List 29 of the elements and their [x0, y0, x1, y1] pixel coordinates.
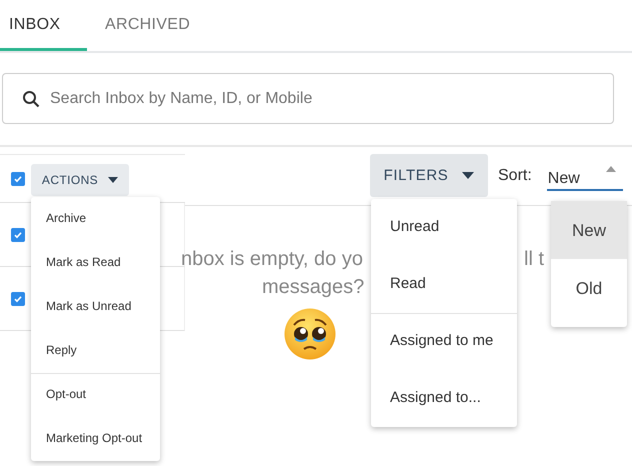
empty-message: messages?	[262, 275, 364, 300]
checkbox[interactable]	[11, 228, 25, 242]
menu-item[interactable]: Read	[371, 256, 517, 313]
empty-message: ll t	[524, 247, 544, 272]
checkbox[interactable]	[11, 172, 25, 186]
menu-item[interactable]: Marketing Opt-out	[31, 417, 160, 461]
filters-button[interactable]: FILTERS	[370, 154, 488, 197]
search-field[interactable]: Search Inbox by Name, ID, or Mobile	[2, 73, 614, 124]
actions-button[interactable]: ACTIONS	[31, 164, 129, 196]
tab[interactable]: ARCHIVED	[105, 0, 190, 51]
sort-select[interactable]: New	[546, 162, 623, 191]
sort-label: Sort:	[498, 167, 532, 185]
menu-item[interactable]: Mark as Unread	[31, 285, 160, 329]
menu-item[interactable]: Old	[551, 259, 627, 317]
caret-icon	[462, 172, 474, 179]
menu-item[interactable]: Archive	[31, 197, 160, 241]
pleading-face-icon	[284, 308, 336, 360]
menu-item[interactable]: Reply	[31, 329, 160, 373]
menu-item[interactable]: Unread	[371, 199, 517, 256]
menu-item[interactable]: Assigned to me	[371, 313, 517, 370]
caret-icon	[108, 176, 118, 182]
menu-item[interactable]: New	[551, 201, 627, 259]
menu-item[interactable]: Mark as Read	[31, 241, 160, 285]
tab[interactable]: INBOX	[0, 0, 87, 51]
empty-message: nbox is empty, do yo	[181, 247, 364, 272]
search-icon	[22, 90, 40, 108]
checkbox[interactable]	[11, 292, 25, 306]
menu-item[interactable]: Assigned to...	[371, 370, 517, 427]
menu-item[interactable]: Opt-out	[31, 373, 160, 417]
